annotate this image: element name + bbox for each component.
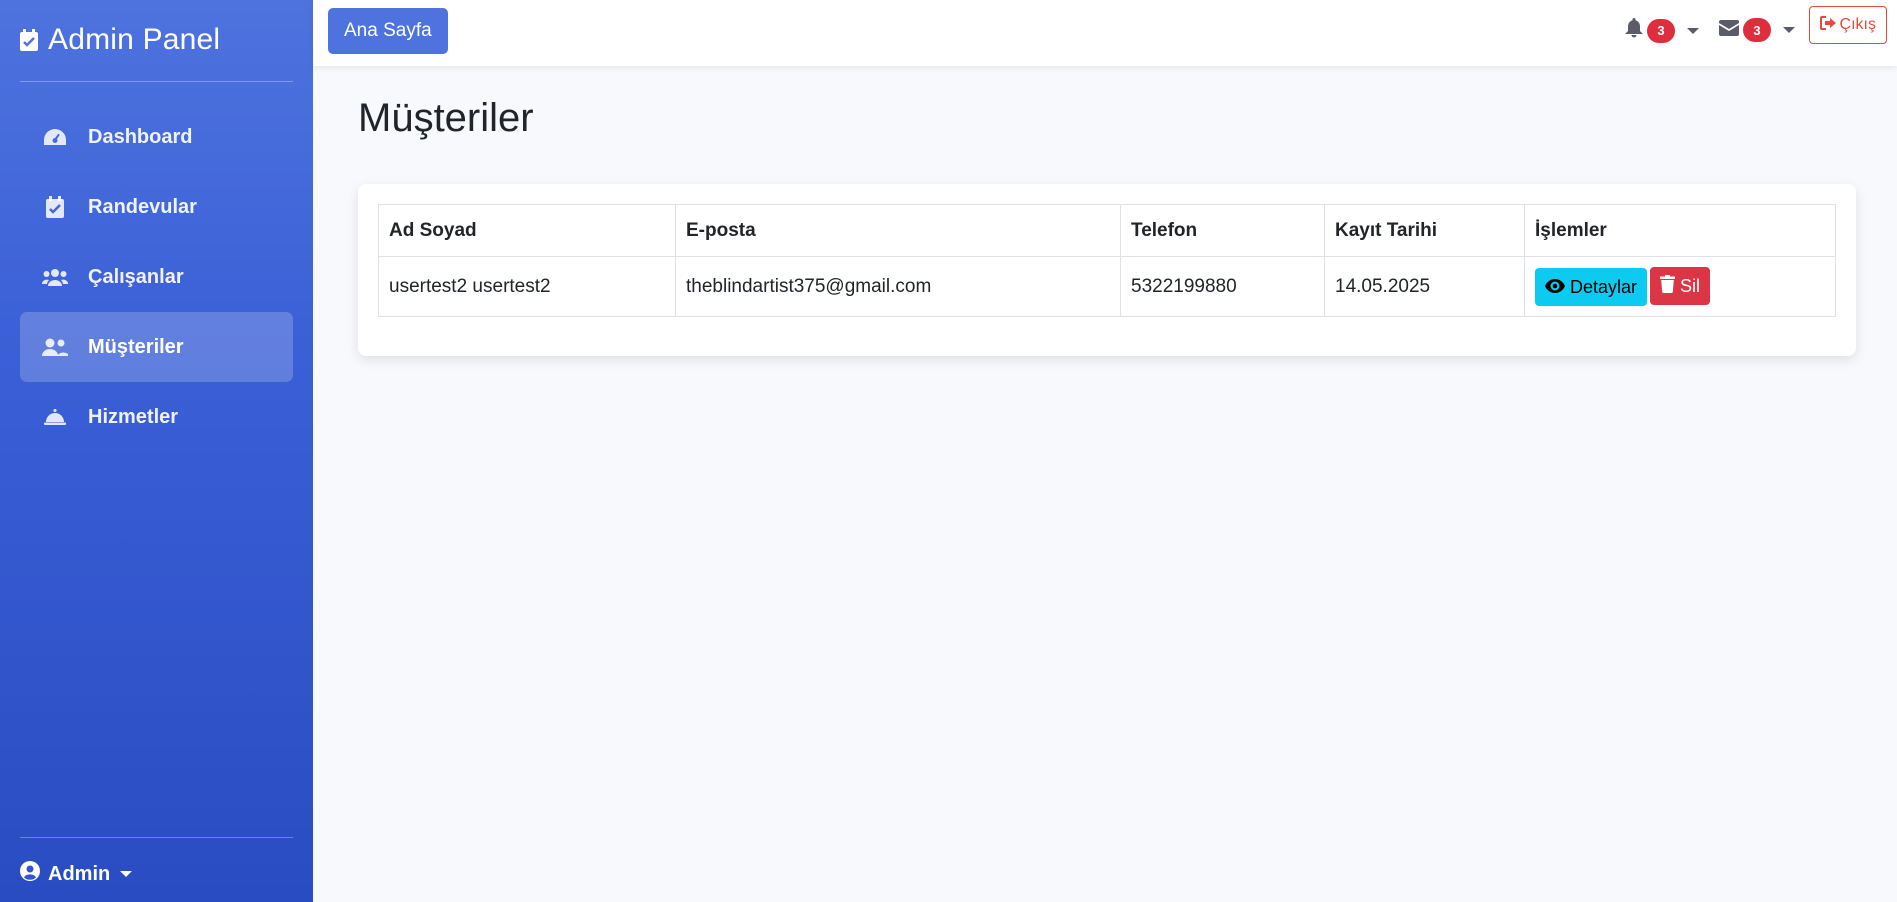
notifications-dropdown[interactable]: 3 <box>1625 18 1699 43</box>
sidebar-item-label: Hizmetler <box>88 405 179 428</box>
messages-badge: 3 <box>1743 18 1771 42</box>
sidebar-item-musteriler[interactable]: Müşteriler <box>20 312 293 382</box>
customers-table: Ad Soyad E-posta Telefon Kayıt Tarihi İş… <box>378 204 1836 317</box>
column-header: Kayıt Tarihi <box>1324 204 1525 257</box>
logout-label: Çıkış <box>1839 16 1876 33</box>
sidebar-item-dashboard[interactable]: Dashboard <box>20 102 293 172</box>
sidebar-divider <box>20 81 293 82</box>
user-circle-icon <box>20 861 40 887</box>
sidebar-item-label: Randevular <box>88 195 197 218</box>
logout-button[interactable]: Çıkış <box>1808 6 1887 44</box>
chevron-down-icon <box>1687 27 1699 34</box>
envelope-icon <box>1719 19 1739 41</box>
gauge-icon <box>42 126 68 148</box>
sidebar: Admin Panel Dashboard Randevular Çalışan… <box>0 0 313 902</box>
sidebar-divider <box>20 837 293 838</box>
column-header: İşlemler <box>1524 204 1836 257</box>
cell-email: theblindartist375@gmail.com <box>675 256 1121 317</box>
service-bell-icon <box>42 406 68 428</box>
calendar-check-icon <box>42 196 68 218</box>
column-header: E-posta <box>675 204 1121 257</box>
topbar: Ana Sayfa 3 3 Çıkış <box>313 0 1897 66</box>
cell-name: usertest2 usertest2 <box>378 256 676 317</box>
details-label: Detaylar <box>1570 276 1638 297</box>
sidebar-nav: Dashboard Randevular Çalışanlar Müşteril… <box>20 102 293 452</box>
calendar-check-icon <box>20 29 38 51</box>
cell-phone: 5322199880 <box>1120 256 1325 317</box>
chevron-down-icon <box>1783 27 1795 33</box>
column-header: Telefon <box>1120 204 1325 257</box>
sidebar-item-label: Çalışanlar <box>88 265 184 288</box>
sidebar-item-hizmetler[interactable]: Hizmetler <box>20 382 293 452</box>
trash-icon <box>1660 274 1676 298</box>
brand-title: Admin Panel <box>48 23 221 56</box>
user-menu[interactable]: Admin <box>20 861 133 887</box>
users-icon <box>42 266 68 288</box>
messages-dropdown[interactable]: 3 <box>1719 18 1795 42</box>
table-header-row: Ad Soyad E-posta Telefon Kayıt Tarihi İş… <box>378 204 1836 257</box>
brand[interactable]: Admin Panel <box>20 18 220 62</box>
column-header: Ad Soyad <box>378 204 676 257</box>
table-row: usertest2 usertest2 theblindartist375@gm… <box>378 256 1836 317</box>
bell-icon <box>1625 18 1643 43</box>
sidebar-item-calisanlar[interactable]: Çalışanlar <box>20 242 293 312</box>
sidebar-item-label: Dashboard <box>88 125 193 148</box>
details-button[interactable]: Detaylar <box>1535 268 1648 306</box>
user-group-icon <box>42 336 68 358</box>
delete-button[interactable]: Sil <box>1650 267 1711 305</box>
cell-date: 14.05.2025 <box>1324 256 1525 317</box>
user-name: Admin <box>48 862 111 885</box>
customers-card: Ad Soyad E-posta Telefon Kayıt Tarihi İş… <box>358 184 1856 356</box>
page-title: Müşteriler <box>358 96 534 140</box>
notifications-badge: 3 <box>1647 18 1675 43</box>
home-button[interactable]: Ana Sayfa <box>328 8 448 54</box>
delete-label: Sil <box>1680 275 1701 296</box>
sign-out-icon <box>1819 15 1836 35</box>
cell-actions: Detaylar Sil <box>1524 256 1836 317</box>
eye-icon <box>1545 277 1565 298</box>
sidebar-item-label: Müşteriler <box>88 335 184 358</box>
chevron-down-icon <box>120 871 133 877</box>
sidebar-item-randevular[interactable]: Randevular <box>20 172 293 242</box>
